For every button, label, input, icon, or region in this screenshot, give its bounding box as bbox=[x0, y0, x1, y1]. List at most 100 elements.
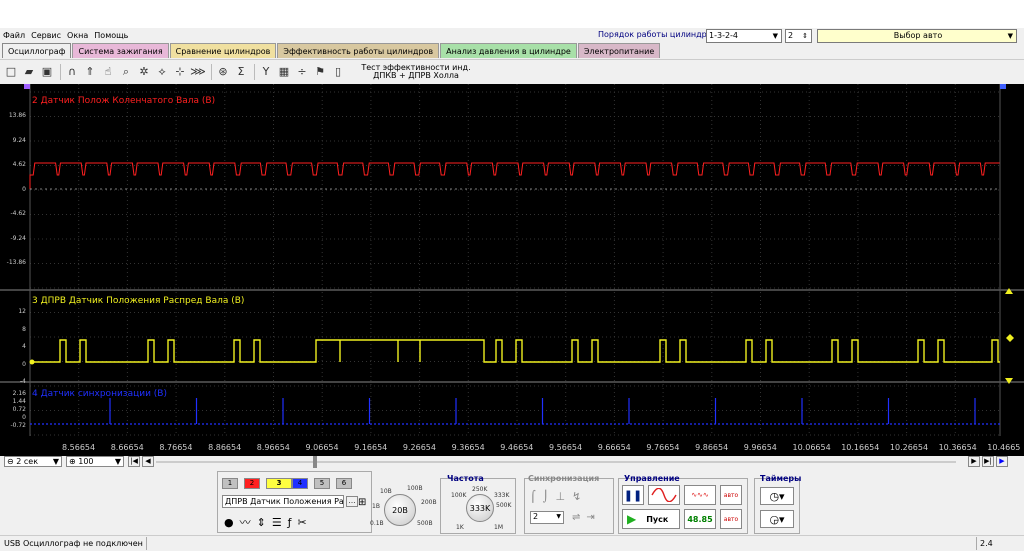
timer-button-1[interactable]: ◷▾ bbox=[760, 487, 794, 505]
time-scrollbar[interactable] bbox=[156, 461, 956, 463]
channel-button-1[interactable]: 1 bbox=[222, 478, 238, 489]
sine-icon bbox=[651, 488, 677, 502]
oscilloscope-display[interactable]: 2 Датчик Полож Коленчатого Вала (В) 3 ДП… bbox=[0, 84, 1024, 456]
auto-setup-button[interactable]: авто bbox=[720, 485, 742, 505]
volt-label: 200В bbox=[421, 499, 437, 506]
ch4-tick: 0.72 bbox=[12, 406, 26, 413]
channel-name-combo[interactable]: ДПРВ Датчик Положения Рас bbox=[222, 495, 344, 508]
sync-edge-icons[interactable]: ⌠⌡⊥↯ bbox=[530, 490, 588, 503]
tab-0[interactable]: Осциллограф bbox=[2, 43, 72, 58]
table-icon[interactable]: ▦ bbox=[276, 64, 292, 80]
sync-title: Синхронизация bbox=[528, 474, 600, 483]
save-channel-icon[interactable]: ⊞ bbox=[358, 497, 366, 508]
ch3-scale-up bbox=[1005, 288, 1013, 294]
volt-label: 10В bbox=[380, 488, 392, 495]
filter-icon[interactable]: ✲ bbox=[136, 64, 152, 80]
freq-label: 500K bbox=[496, 502, 512, 509]
voltage-knob[interactable]: 20В bbox=[384, 494, 416, 526]
channel-button-2[interactable]: 2 bbox=[244, 478, 260, 489]
cylinder-number-value: 2 bbox=[788, 31, 794, 40]
scroll-thumb[interactable] bbox=[313, 456, 317, 468]
timer-button-2[interactable]: ◶▾ bbox=[760, 510, 794, 528]
channel-button-4[interactable]: 4 bbox=[292, 478, 308, 489]
hand-pan-icon[interactable]: ☝ bbox=[100, 64, 116, 80]
step-back-button[interactable]: ◀ bbox=[142, 456, 154, 467]
x-tick: 10.06654 bbox=[792, 443, 831, 452]
ch3-tick: 0 bbox=[22, 360, 26, 368]
cylinder-order-label: Порядок работы цилиндров bbox=[598, 30, 717, 39]
trigger-icon[interactable]: ⟡ bbox=[154, 64, 170, 80]
scope-svg bbox=[0, 84, 1024, 436]
x-tick: 8.96654 bbox=[256, 443, 290, 452]
ch4-tick: 2.16 bbox=[12, 390, 26, 397]
page-icon[interactable]: ▯ bbox=[330, 64, 346, 80]
sync-channel-select[interactable]: 2 ▼ bbox=[530, 511, 564, 524]
auto-label: авто bbox=[723, 515, 739, 523]
menu-file[interactable]: Файл bbox=[0, 31, 28, 40]
start-button[interactable]: ▶ Пуск bbox=[622, 509, 680, 529]
auto-run-button[interactable]: авто bbox=[720, 509, 742, 529]
toolbar: □ ▰ ▣ ∩ ⇑ ☝ ⌕ ✲ ⟡ ⊹ ⋙ ⊛ Σ Y ▦ ÷ ⚑ ▯ Тест эффективности инд… bbox=[0, 59, 1024, 83]
volt-label: 0.1В bbox=[370, 520, 384, 527]
zoom-vertical-icon[interactable]: ⇑ bbox=[82, 64, 98, 80]
cursor-marker-right bbox=[1000, 84, 1006, 89]
go-end-button[interactable]: ▶| bbox=[982, 456, 994, 467]
test-combo[interactable]: Тест эффективности инд. ДПКВ + ДПРВ Холл… bbox=[352, 63, 480, 80]
menu-windows[interactable]: Окна bbox=[64, 31, 91, 40]
freq-label: 1M bbox=[494, 524, 503, 531]
channel-button-5[interactable]: 5 bbox=[314, 478, 330, 489]
auto-select[interactable]: Выбор авто ▼ bbox=[817, 29, 1017, 43]
freq-label: 1K bbox=[456, 524, 464, 531]
auto-icon[interactable]: ⊛ bbox=[215, 64, 231, 80]
cylinder-number-stepper[interactable]: 2 ⇕ bbox=[785, 29, 812, 43]
persistence-button[interactable]: ∿∿∿ bbox=[684, 485, 716, 505]
cylinder-order-select[interactable]: 1-3-2-4 ▼ bbox=[706, 29, 782, 43]
channel-tool-icons[interactable]: ●〰⇕☰ƒ✂ bbox=[224, 514, 313, 530]
x-tick: 10.4665 bbox=[987, 443, 1021, 452]
tab-5[interactable]: Электропитание bbox=[577, 43, 661, 58]
chevron-down-icon: ▼ bbox=[556, 513, 561, 520]
sigma-icon[interactable]: Σ bbox=[233, 64, 249, 80]
channel-button-6[interactable]: 6 bbox=[336, 478, 352, 489]
timebase-select[interactable]: ⊖ 2 сек ▼ bbox=[4, 456, 62, 467]
cursor-icon[interactable]: ⊹ bbox=[172, 64, 188, 80]
menu-service[interactable]: Сервис bbox=[28, 31, 64, 40]
zoom-percent-select[interactable]: ⊕ 100 ▼ bbox=[66, 456, 124, 467]
frequency-knob[interactable]: 333K bbox=[466, 494, 494, 522]
ch3-tick: 12 bbox=[18, 308, 26, 315]
waveform-button[interactable] bbox=[648, 485, 680, 505]
play-button[interactable]: ▶ bbox=[996, 456, 1008, 467]
x-tick: 9.76654 bbox=[646, 443, 680, 452]
save-icon[interactable]: ▣ bbox=[39, 64, 55, 80]
pause-button[interactable]: ❚❚ bbox=[622, 485, 644, 505]
divider-icon[interactable]: ÷ bbox=[294, 64, 310, 80]
frequency-readout: 48.85 bbox=[684, 509, 716, 529]
auto-select-label: Выбор авто bbox=[893, 31, 943, 40]
go-start-button[interactable]: |◀ bbox=[128, 456, 140, 467]
menu-help[interactable]: Помощь bbox=[91, 31, 131, 40]
channel4-title: 4 Датчик синхронизации (В) bbox=[32, 389, 167, 399]
step-forward-button[interactable]: ▶ bbox=[968, 456, 980, 467]
x-tick: 8.66654 bbox=[110, 443, 144, 452]
tab-1[interactable]: Система зажигания bbox=[72, 43, 169, 58]
new-file-icon[interactable]: □ bbox=[3, 64, 19, 80]
channel-setup-icon[interactable]: Y bbox=[258, 64, 274, 80]
sync-level-icons[interactable]: ⇌⇥ bbox=[572, 512, 601, 523]
x-tick: 8.76654 bbox=[159, 443, 193, 452]
spin-icon: ⇕ bbox=[802, 32, 808, 40]
auto-label: авто bbox=[723, 491, 739, 499]
marker-icon[interactable]: ⚑ bbox=[312, 64, 328, 80]
x-tick: 9.96654 bbox=[743, 443, 777, 452]
ch2-tick: 13.86 bbox=[8, 112, 26, 119]
open-folder-icon[interactable]: ▰ bbox=[21, 64, 37, 80]
measure-icon[interactable]: ⋙ bbox=[190, 64, 206, 80]
freq-label: 250K bbox=[472, 486, 488, 493]
tab-3[interactable]: Эффективность работы цилиндров bbox=[277, 43, 440, 58]
tab-2[interactable]: Сравнение цилиндров bbox=[169, 43, 277, 58]
ch3-level-marker bbox=[1006, 334, 1014, 342]
zoom-wave-icon[interactable]: ∩ bbox=[64, 64, 80, 80]
channel-button-3[interactable]: 3 bbox=[266, 478, 292, 489]
channel-menu-button[interactable]: … bbox=[346, 496, 358, 507]
magnifier-icon[interactable]: ⌕ bbox=[118, 64, 134, 80]
tab-4[interactable]: Анализ давления в цилиндре bbox=[440, 43, 577, 58]
